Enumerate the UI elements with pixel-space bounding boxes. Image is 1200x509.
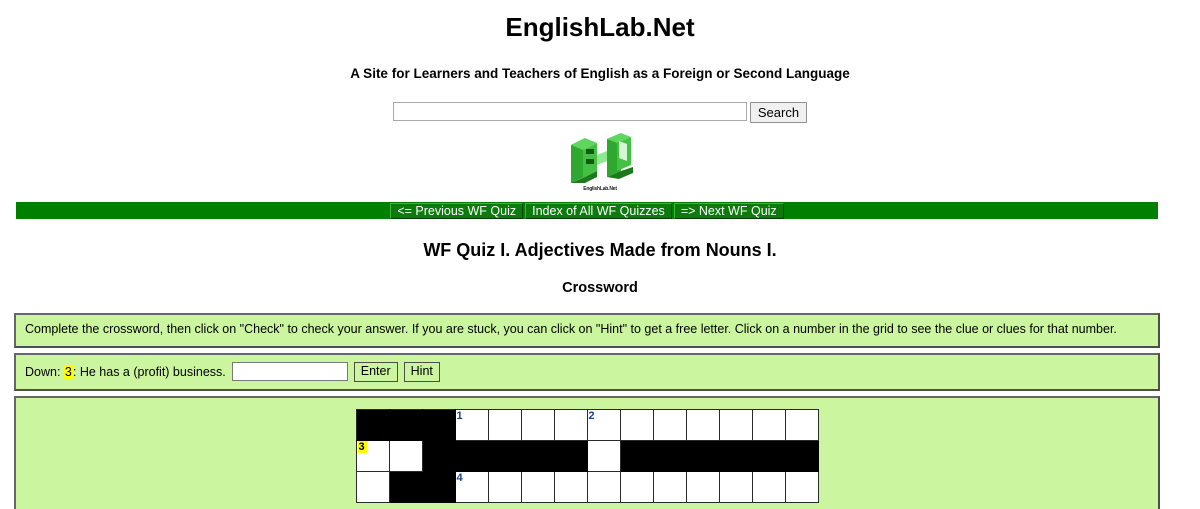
crossword-block <box>389 409 423 441</box>
quiz-title: WF Quiz I. Adjectives Made from Nouns I. <box>423 240 777 260</box>
nav-next-quiz[interactable]: => Next WF Quiz <box>673 202 784 219</box>
crossword-cell[interactable] <box>752 471 786 503</box>
crossword-block <box>356 409 390 441</box>
quiz-subtitle: Crossword <box>562 280 638 296</box>
crossword-row: 12 <box>356 409 819 441</box>
crossword-grid: 1234 <box>355 408 819 503</box>
crossword-block <box>422 471 456 503</box>
logo-caption: EnglishLab.Net <box>583 186 617 192</box>
crossword-cell[interactable] <box>488 409 522 441</box>
logo-graphic: EnglishLab.Net <box>563 131 637 192</box>
crossword-block <box>620 440 654 472</box>
page-root: EnglishLab.Net A Site for Learners and T… <box>0 12 1200 509</box>
crossword-block <box>554 440 588 472</box>
crossword-cell[interactable] <box>554 409 588 441</box>
search-input[interactable] <box>392 102 747 121</box>
clue-text: He has a (profit) business. <box>79 364 226 379</box>
nav-previous-quiz[interactable]: <= Previous WF Quiz <box>390 202 524 219</box>
crossword-block <box>752 440 786 472</box>
crossword-cell[interactable] <box>686 471 720 503</box>
clue-direction-label: Down: <box>25 364 61 379</box>
search-button[interactable]: Search <box>749 102 808 123</box>
crossword-cell[interactable] <box>752 409 786 441</box>
site-title: EnglishLab.Net <box>505 12 695 42</box>
search-bar: Search <box>0 102 1200 123</box>
crossword-block <box>389 471 423 503</box>
crossword-block <box>686 440 720 472</box>
crossword-cell[interactable]: 4 <box>455 471 489 503</box>
crossword-cell[interactable] <box>785 471 819 503</box>
crossword-cell[interactable] <box>521 471 555 503</box>
crossword-cell[interactable] <box>356 471 390 503</box>
enter-button[interactable]: Enter <box>353 361 398 382</box>
crossword-cell[interactable] <box>587 440 621 472</box>
crossword-block <box>785 440 819 472</box>
crossword-cell[interactable]: 2 <box>587 409 621 441</box>
clue-panel: Down: 3 : He has a (profit) business. En… <box>14 352 1160 391</box>
quiz-navigation-bar: <= Previous WF Quiz Index of All WF Quiz… <box>16 202 1158 219</box>
crossword-block <box>719 440 753 472</box>
crossword-panel: 1234 <box>14 395 1160 509</box>
crossword-cell[interactable]: 3 <box>356 440 390 472</box>
site-logo: EnglishLab.Net <box>0 131 1200 192</box>
crossword-cell[interactable] <box>653 471 687 503</box>
nav-quiz-index[interactable]: Index of All WF Quizzes <box>525 202 672 219</box>
clue-answer-input[interactable] <box>231 362 348 381</box>
clue-number-highlight[interactable]: 3 <box>63 364 73 379</box>
site-tagline: A Site for Learners and Teachers of Engl… <box>350 66 850 81</box>
instructions-text: Complete the crossword, then click on "C… <box>25 322 1117 336</box>
crossword-cell[interactable]: 1 <box>455 409 489 441</box>
crossword-block <box>455 440 489 472</box>
crossword-cell[interactable] <box>521 409 555 441</box>
crossword-row: 4 <box>356 471 819 503</box>
crossword-block <box>422 409 456 441</box>
crossword-cell[interactable] <box>719 409 753 441</box>
hint-button[interactable]: Hint <box>403 361 440 382</box>
crossword-block <box>653 440 687 472</box>
crossword-body: 1234 <box>356 409 819 503</box>
crossword-block <box>488 440 522 472</box>
crossword-cell[interactable] <box>620 409 654 441</box>
crossword-cell[interactable] <box>554 471 588 503</box>
crossword-block <box>422 440 456 472</box>
instructions-panel: Complete the crossword, then click on "C… <box>14 313 1160 348</box>
cell-number-2[interactable]: 2 <box>589 410 595 422</box>
crossword-cell[interactable] <box>389 440 423 472</box>
crossword-cell[interactable] <box>686 409 720 441</box>
crossword-row: 3 <box>356 440 819 472</box>
cell-number-3[interactable]: 3 <box>357 440 367 453</box>
cell-number-1[interactable]: 1 <box>457 410 463 422</box>
cell-number-4[interactable]: 4 <box>457 472 463 484</box>
el-cube-logo-icon <box>571 133 633 183</box>
crossword-cell[interactable] <box>785 409 819 441</box>
crossword-cell[interactable] <box>587 471 621 503</box>
crossword-cell[interactable] <box>620 471 654 503</box>
crossword-cell[interactable] <box>653 409 687 441</box>
crossword-cell[interactable] <box>488 471 522 503</box>
crossword-block <box>521 440 555 472</box>
crossword-cell[interactable] <box>719 471 753 503</box>
